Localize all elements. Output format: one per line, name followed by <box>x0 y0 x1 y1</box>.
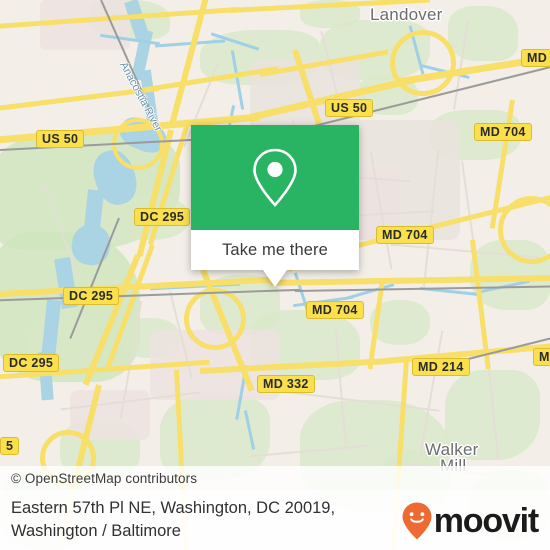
highway-shield: DC 295 <box>3 354 60 372</box>
highway-shield: DC 295 <box>134 208 191 226</box>
highway-shield: MD 704 <box>474 123 532 141</box>
take-me-there-label: Take me there <box>222 240 328 259</box>
highway-shield: 5 <box>0 437 20 455</box>
highway-shield: US 50 <box>325 99 374 117</box>
moovit-logo[interactable]: moovit <box>402 502 539 540</box>
callout-icon-panel <box>191 125 359 230</box>
highway-shield: MD 704 <box>306 301 364 319</box>
osm-attribution-text: © OpenStreetMap contributors <box>11 470 198 486</box>
callout-pointer <box>263 270 287 287</box>
map-attribution-bar: © OpenStreetMap contributors <box>0 466 550 490</box>
highway-shield: MD 7 <box>521 49 550 67</box>
destination-callout[interactable]: Take me there <box>191 125 359 287</box>
highway-shield: US 50 <box>36 130 85 148</box>
location-title-line2: Washington / Baltimore <box>11 522 181 540</box>
highway-shield: MD <box>533 348 550 366</box>
highway-shield: MD 332 <box>257 375 315 393</box>
moovit-wordmark: moovit <box>433 502 539 540</box>
location-title: Eastern 57th Pl NE, Washington, DC 20019… <box>0 497 335 543</box>
moovit-pin-icon <box>402 502 432 540</box>
take-me-there-button[interactable]: Take me there <box>191 230 359 270</box>
highway-shield: MD 214 <box>412 358 470 376</box>
footer-bar: Eastern 57th Pl NE, Washington, DC 20019… <box>0 490 550 550</box>
location-title-line1: Eastern 57th Pl NE, Washington, DC 20019… <box>11 499 336 517</box>
map-pin-icon <box>253 148 297 207</box>
highway-shield: DC 295 <box>63 287 120 305</box>
highway-shield: MD 704 <box>376 226 434 244</box>
map-screenshot: LandoverWalkerMillAnacostia River US 50U… <box>0 0 550 550</box>
